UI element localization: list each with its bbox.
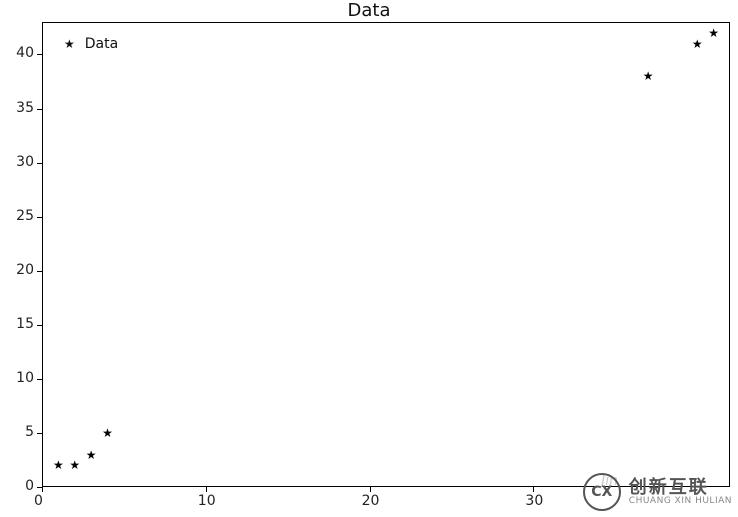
brand-logo-icon: CX <box>583 473 621 511</box>
y-tick-label: 25 <box>16 208 34 224</box>
data-point: ★ <box>102 427 113 439</box>
x-tick <box>370 487 371 492</box>
y-tick-label: 10 <box>16 370 34 386</box>
data-point: ★ <box>69 459 80 471</box>
y-tick <box>37 271 42 272</box>
y-tick <box>37 379 42 380</box>
x-tick <box>42 487 43 492</box>
y-tick <box>37 163 42 164</box>
legend-marker-star: ★ <box>64 38 75 50</box>
x-tick <box>533 487 534 492</box>
x-tick-label: 0 <box>34 493 43 509</box>
y-tick-label: 5 <box>25 424 34 440</box>
brand-en: CHUANG XIN HULIAN <box>629 497 732 506</box>
x-tick-label: 30 <box>525 493 543 509</box>
brand-text: 创新互联 CHUANG XIN HULIAN <box>629 479 732 506</box>
y-tick-label: 40 <box>16 45 34 61</box>
legend-label: Data <box>85 36 118 52</box>
plot-area <box>42 22 730 487</box>
legend: ★ Data <box>64 36 118 52</box>
x-tick <box>206 487 207 492</box>
data-point: ★ <box>643 70 654 82</box>
chart-title: Data <box>0 0 738 21</box>
y-tick <box>37 325 42 326</box>
y-tick <box>37 109 42 110</box>
data-point: ★ <box>692 38 703 50</box>
y-tick <box>37 487 42 488</box>
y-tick-label: 0 <box>25 478 34 494</box>
data-point: ★ <box>708 27 719 39</box>
data-point: ★ <box>86 449 97 461</box>
chart-stage: Data ★ Data Jin CX 创新互联 CHUANG XIN HULIA… <box>0 0 738 517</box>
x-tick-label: 20 <box>362 493 380 509</box>
brand-watermark: CX 创新互联 CHUANG XIN HULIAN <box>583 473 732 511</box>
y-tick-label: 20 <box>16 262 34 278</box>
y-tick-label: 30 <box>16 154 34 170</box>
x-tick-label: 10 <box>198 493 216 509</box>
y-tick-label: 15 <box>16 316 34 332</box>
y-tick <box>37 433 42 434</box>
data-point: ★ <box>53 459 64 471</box>
y-tick <box>37 54 42 55</box>
y-tick <box>37 217 42 218</box>
y-tick-label: 35 <box>16 100 34 116</box>
brand-cn: 创新互联 <box>629 479 732 497</box>
